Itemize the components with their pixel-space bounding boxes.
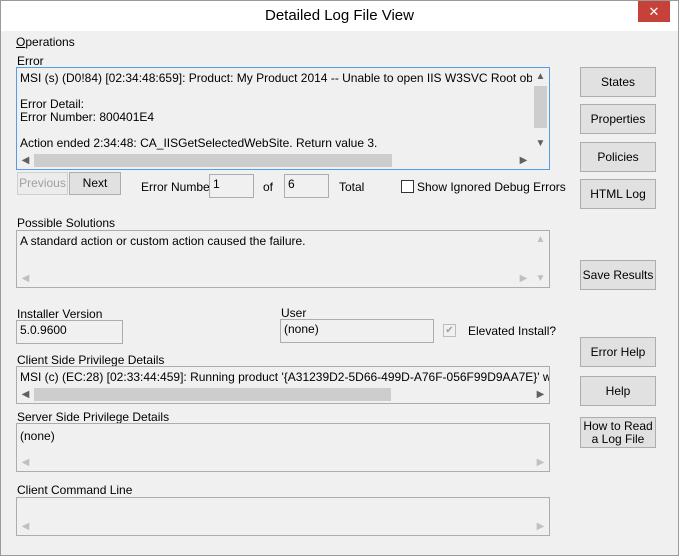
log-file-window: Detailed Log File View ✕ Operations Erro…	[0, 0, 679, 556]
scroll-left-icon[interactable]: ◀	[17, 386, 34, 403]
scroll-right-icon[interactable]: ▶	[532, 518, 549, 535]
command-line-textbox[interactable]: ◀ ▶	[16, 497, 550, 536]
elevated-install-label: Elevated Install?	[468, 324, 557, 338]
next-button[interactable]: Next	[69, 172, 121, 195]
previous-button[interactable]: Previous	[17, 172, 68, 195]
scroll-up-icon[interactable]: ▲	[532, 68, 549, 85]
client-privilege-label: Client Side Privilege Details	[17, 353, 165, 367]
error-line: MSI (s) (D0!84) [02:34:48:659]: Product:…	[20, 71, 550, 85]
scroll-left-icon[interactable]: ◀	[17, 270, 34, 287]
error-line: Error Detail:	[20, 97, 85, 111]
properties-button[interactable]: Properties	[580, 104, 656, 134]
server-privilege-textbox[interactable]: (none) ◀ ▶	[16, 423, 550, 472]
command-line-label: Client Command Line	[17, 483, 133, 497]
error-label: Error	[17, 54, 44, 68]
vertical-scrollbar[interactable]: ▲ ▼	[532, 68, 549, 152]
user-field[interactable]: (none)	[280, 319, 434, 343]
horizontal-scrollbar[interactable]: ◀ ▶	[17, 386, 549, 403]
window-title: Detailed Log File View	[265, 7, 414, 24]
error-number-field[interactable]: 1	[209, 174, 254, 198]
user-label: User	[281, 306, 307, 320]
of-label: of	[263, 180, 274, 194]
scroll-left-icon[interactable]: ◀	[17, 518, 34, 535]
horizontal-scrollbar[interactable]: ◀ ▶	[17, 152, 532, 169]
show-ignored-checkbox[interactable]	[401, 180, 414, 193]
states-button[interactable]: States	[580, 67, 656, 97]
save-results-button[interactable]: Save Results	[580, 260, 656, 290]
server-privilege-text: (none)	[20, 429, 55, 443]
scroll-right-icon[interactable]: ▶	[532, 454, 549, 471]
installer-version-label: Installer Version	[17, 307, 103, 321]
client-privilege-textbox[interactable]: MSI (c) (EC:28) [02:33:44:459]: Running …	[16, 366, 550, 404]
title-bar: Detailed Log File View ✕	[1, 1, 678, 31]
error-help-button[interactable]: Error Help	[580, 337, 656, 367]
show-ignored-label: Show Ignored Debug Errors	[417, 180, 566, 194]
scroll-thumb[interactable]	[34, 388, 391, 401]
total-label: Total	[339, 180, 365, 194]
installer-version-field[interactable]: 5.0.9600	[16, 320, 123, 344]
scroll-down-icon[interactable]: ▼	[532, 135, 549, 152]
error-line: Error Number: 800401E4	[20, 110, 155, 124]
solutions-text: A standard action or custom action cause…	[20, 234, 306, 248]
scroll-down-icon[interactable]: ▼	[532, 270, 549, 287]
solutions-textbox[interactable]: A standard action or custom action cause…	[16, 230, 550, 288]
close-icon[interactable]: ✕	[638, 1, 670, 22]
how-to-read-log-button[interactable]: How to Read a Log File	[580, 417, 656, 448]
html-log-button[interactable]: HTML Log	[580, 179, 656, 209]
scroll-up-icon[interactable]: ▲	[532, 231, 549, 248]
menu-operations[interactable]: Operations	[16, 35, 75, 49]
scroll-left-icon[interactable]: ◀	[17, 454, 34, 471]
help-button[interactable]: Help	[580, 376, 656, 406]
solutions-label: Possible Solutions	[17, 216, 116, 230]
scroll-left-icon[interactable]: ◀	[17, 152, 34, 169]
scroll-right-icon[interactable]: ▶	[515, 270, 532, 287]
elevated-install-checkbox[interactable]: ✔	[443, 324, 456, 337]
total-field[interactable]: 6	[284, 174, 329, 198]
error-textbox[interactable]: MSI (s) (D0!84) [02:34:48:659]: Product:…	[16, 67, 550, 170]
error-line: Action ended 2:34:48: CA_IISGetSelectedW…	[20, 136, 378, 150]
error-number-label: Error Number	[141, 180, 214, 194]
scroll-thumb[interactable]	[534, 86, 547, 128]
policies-button[interactable]: Policies	[580, 142, 656, 172]
scroll-right-icon[interactable]: ▶	[515, 152, 532, 169]
client-privilege-text: MSI (c) (EC:28) [02:33:44:459]: Running …	[20, 370, 549, 384]
server-privilege-label: Server Side Privilege Details	[17, 410, 170, 424]
scroll-thumb[interactable]	[34, 154, 392, 167]
scroll-right-icon[interactable]: ▶	[532, 386, 549, 403]
